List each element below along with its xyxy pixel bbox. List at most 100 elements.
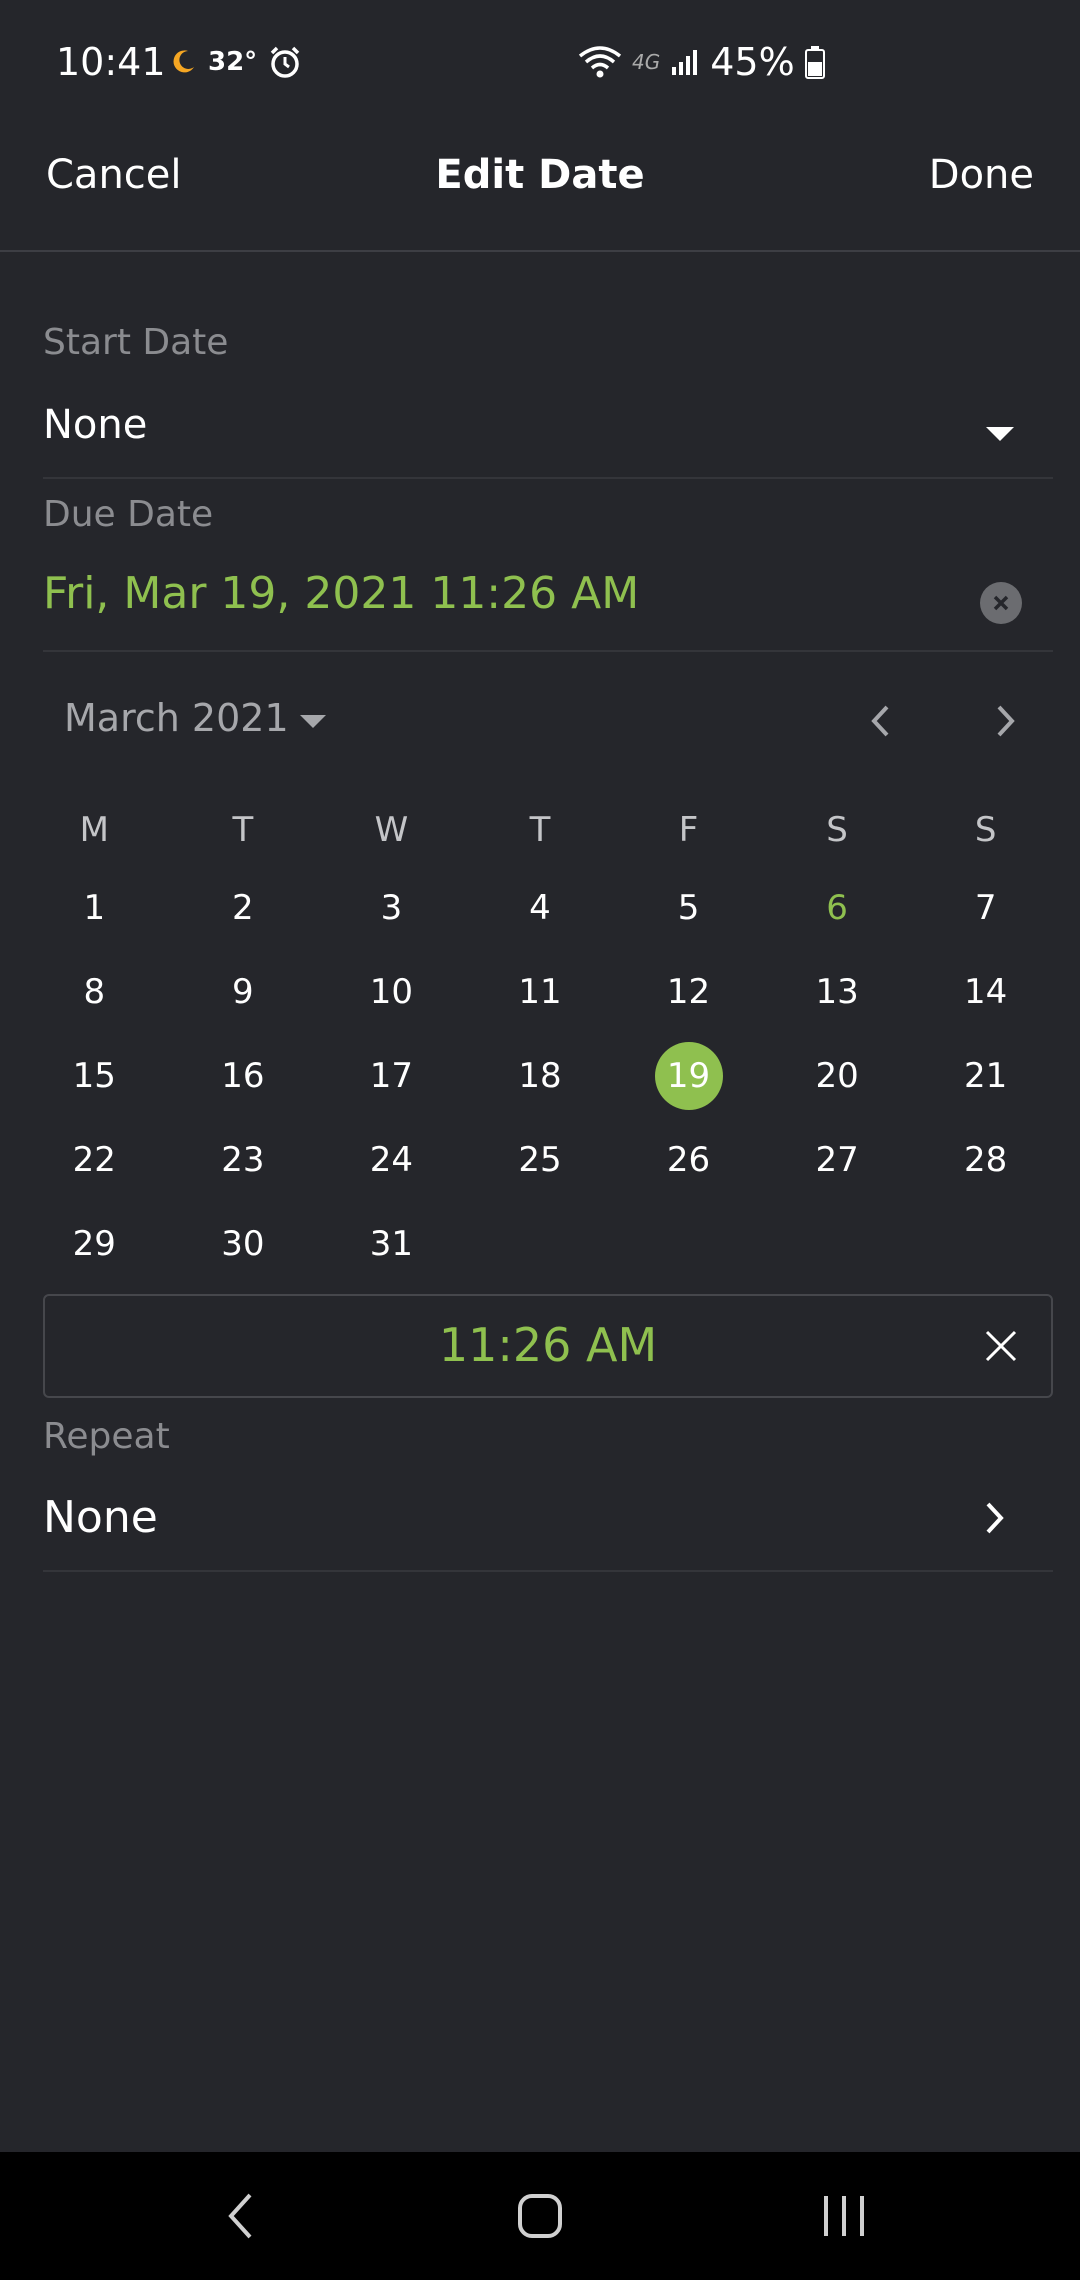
calendar-day-number: 10 [369, 972, 414, 1012]
calendar-day[interactable]: 19 [614, 1034, 763, 1118]
dropdown-caret-icon[interactable] [986, 427, 1014, 441]
calendar-day[interactable]: 14 [911, 950, 1060, 1034]
calendar-day[interactable]: 24 [317, 1118, 466, 1202]
calendar-day[interactable]: 13 [763, 950, 912, 1034]
calendar-day-number: 5 [677, 888, 700, 928]
calendar-week-row: 8 9 10 11 12 13 14 [20, 950, 1060, 1034]
recent-apps-button[interactable] [784, 2152, 904, 2280]
calendar-day[interactable]: 3 [317, 866, 466, 950]
chevron-right-icon [997, 705, 1015, 737]
calendar-day[interactable]: 29 [20, 1202, 169, 1286]
calendar-day-number: 4 [529, 888, 551, 928]
calendar-day[interactable]: 5 [614, 866, 763, 950]
calendar-day-number: 29 [72, 1224, 116, 1264]
home-button[interactable] [480, 2152, 600, 2280]
calendar-day-number: 21 [964, 1056, 1008, 1096]
calendar-grid: M T W T F S S 1 2 3 4 5 6 7 8 9 10 11 12 13 14 15 16 17 1… [20, 800, 1060, 1286]
calendar-day[interactable]: 28 [911, 1118, 1060, 1202]
cancel-button[interactable]: Cancel [46, 152, 182, 198]
time-value: 11:26 AM [438, 1318, 658, 1372]
back-icon [228, 2193, 252, 2239]
done-button[interactable]: Done [929, 152, 1034, 198]
close-icon [993, 595, 1009, 611]
calendar-day-number: 17 [369, 1056, 414, 1096]
calendar-day-number: 16 [221, 1056, 265, 1096]
clear-due-date-button[interactable] [980, 582, 1022, 624]
recent-apps-icon [824, 2196, 864, 2236]
calendar-day-number: 19 [666, 1056, 711, 1096]
clear-time-button[interactable] [981, 1326, 1021, 1366]
calendar-day-number: 8 [83, 972, 106, 1012]
calendar-empty-cell [911, 1202, 1060, 1286]
status-left-icons: 32° [168, 44, 303, 80]
weekday-label: F [678, 810, 699, 850]
calendar-week-row: 29 30 31 [20, 1202, 1060, 1286]
chevron-right-icon[interactable] [984, 1500, 1006, 1536]
calendar-day[interactable]: 1 [20, 866, 169, 950]
back-button[interactable] [180, 2152, 300, 2280]
calendar-day[interactable]: 11 [466, 950, 615, 1034]
edit-date-screen: 10:41 32° 4G 45% Cancel Edit Date Done S… [0, 0, 1080, 2280]
next-month-button[interactable] [976, 698, 1036, 744]
calendar-day[interactable]: 12 [614, 950, 763, 1034]
battery-percent: 45% [710, 40, 795, 84]
calendar-day[interactable]: 8 [20, 950, 169, 1034]
temperature: 32° [208, 47, 258, 77]
moon-icon [173, 50, 194, 73]
calendar-day-number: 6 [826, 888, 848, 928]
calendar-day-number: 28 [964, 1140, 1008, 1180]
wifi-icon [578, 46, 622, 78]
chevron-left-icon [871, 705, 889, 737]
calendar-day[interactable]: 27 [763, 1118, 912, 1202]
time-field[interactable]: 11:26 AM [43, 1294, 1053, 1398]
calendar-day[interactable]: 10 [317, 950, 466, 1034]
due-date-label: Due Date [43, 494, 214, 535]
calendar-day[interactable]: 21 [911, 1034, 1060, 1118]
alarm-icon [270, 46, 300, 78]
calendar-day[interactable]: 17 [317, 1034, 466, 1118]
calendar-body: 1 2 3 4 5 6 7 8 9 10 11 12 13 14 15 16 17 18 19 20 21 22 23 24 2… [20, 866, 1060, 1286]
status-bar: 10:41 32° 4G 45% [0, 0, 1080, 130]
previous-month-button[interactable] [850, 698, 910, 744]
calendar-day[interactable]: 25 [466, 1118, 615, 1202]
calendar-day[interactable]: 31 [317, 1202, 466, 1286]
calendar-day[interactable]: 2 [169, 866, 318, 950]
calendar-day[interactable]: 30 [169, 1202, 318, 1286]
calendar-day-number: 11 [518, 972, 562, 1012]
calendar-day[interactable]: 6 [763, 866, 912, 950]
repeat-value[interactable]: None [43, 1492, 158, 1543]
calendar-day-number: 3 [380, 888, 403, 928]
calendar-week-row: 22 23 24 25 26 27 28 [20, 1118, 1060, 1202]
due-date-value[interactable]: Fri, Mar 19, 2021 11:26 AM [43, 568, 639, 619]
calendar-day-number: 20 [815, 1056, 859, 1096]
system-nav-bar [0, 2152, 1080, 2280]
calendar-day[interactable]: 4 [466, 866, 615, 950]
month-selector[interactable]: March 2021 [64, 696, 289, 740]
calendar-empty-cell [614, 1202, 763, 1286]
status-right: 4G 45% [578, 40, 825, 84]
calendar-day-number: 25 [518, 1140, 562, 1180]
calendar-day[interactable]: 18 [466, 1034, 615, 1118]
calendar-day-number: 13 [815, 972, 859, 1012]
calendar-empty-cell [763, 1202, 912, 1286]
weekday-label: W [374, 810, 409, 850]
weekday-label: T [232, 810, 254, 850]
calendar-day-number: 23 [221, 1140, 265, 1180]
divider [43, 1570, 1053, 1572]
calendar-day-number: 2 [232, 888, 254, 928]
chevron-down-icon[interactable] [300, 715, 326, 728]
calendar-empty-cell [466, 1202, 615, 1286]
calendar-day[interactable]: 16 [169, 1034, 318, 1118]
close-icon [985, 1330, 1017, 1362]
calendar-day[interactable]: 15 [20, 1034, 169, 1118]
calendar-day-number: 15 [72, 1056, 116, 1096]
calendar-day[interactable]: 20 [763, 1034, 912, 1118]
calendar-day[interactable]: 23 [169, 1118, 318, 1202]
calendar-day[interactable]: 7 [911, 866, 1060, 950]
calendar-day[interactable]: 22 [20, 1118, 169, 1202]
start-date-value[interactable]: None [43, 402, 147, 448]
calendar-day-number: 9 [232, 972, 254, 1012]
calendar-day[interactable]: 9 [169, 950, 318, 1034]
calendar-day[interactable]: 26 [614, 1118, 763, 1202]
home-icon [518, 2194, 562, 2238]
